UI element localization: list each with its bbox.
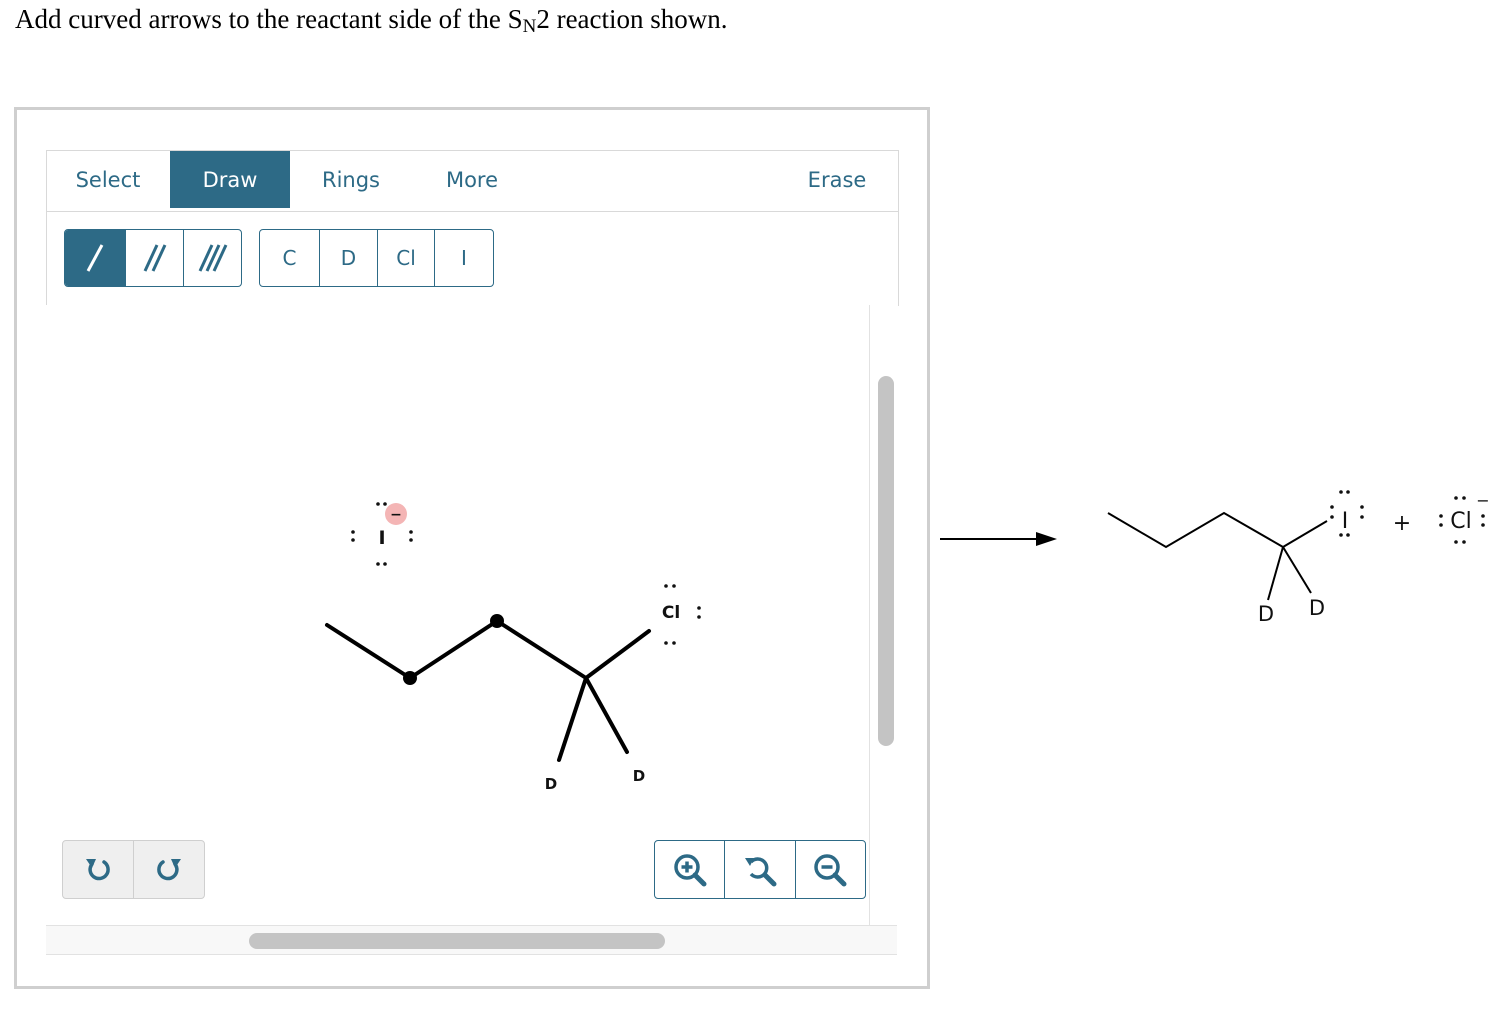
question-subscript: N [522,16,537,37]
product-iodine: I [1330,490,1364,537]
plus-sign: + [1393,511,1411,536]
chloride-charge: − [1476,491,1489,510]
deuterium-label[interactable]: D [545,775,557,793]
zoom-reset-button[interactable] [724,841,794,898]
chlorine-leaving-group[interactable]: Cl [662,584,701,645]
reactant-structure: − I Cl D D [325,502,701,793]
tab-select[interactable]: Select [47,151,169,208]
redo-icon [157,858,181,880]
undo-icon [86,858,110,880]
redo-button[interactable] [133,841,204,898]
zoom-in-icon [673,853,707,886]
chloride-ion: Cl − [1439,491,1490,544]
zoom-out-button[interactable] [794,841,865,898]
double-bond-icon [143,244,166,272]
carbon-skeleton [325,619,651,762]
atom-i-button[interactable]: I [434,230,493,286]
iodide-label: I [378,527,385,549]
zoom-reset-icon [744,856,777,886]
zoom-in-button[interactable] [655,841,724,898]
history-controls [62,840,205,899]
triple-bond-button[interactable] [183,230,241,286]
product-deuterium-label: D [1258,602,1274,626]
vertical-scrollbar[interactable] [869,305,898,925]
deuterium-label[interactable]: D [633,767,645,785]
vertical-scroll-thumb[interactable] [878,376,894,746]
carbon-atom-dot[interactable] [403,671,417,685]
product-deuterium-label: D [1309,596,1325,620]
iodide-nucleophile[interactable]: − I [351,502,413,566]
carbon-atom-dot[interactable] [490,614,504,628]
product-skeleton [1107,511,1328,601]
double-bond-button[interactable] [125,230,183,286]
bond-tool-group [64,229,242,287]
iodide-charge: − [390,507,402,523]
product-side: I D D + Cl − [940,490,1490,626]
atom-c-button[interactable]: C [260,230,319,286]
single-bond-button[interactable] [65,230,125,286]
atom-tool-group: C D Cl I [259,229,494,287]
reaction-arrow [940,532,1057,546]
drawing-canvas[interactable]: − I Cl D D [46,305,869,925]
triple-bond-icon [198,244,227,272]
product-iodine-label: I [1342,509,1349,534]
single-bond-icon [86,244,104,272]
chloride-label: Cl [1450,509,1471,534]
atom-cl-button[interactable]: Cl [377,230,434,286]
tab-erase[interactable]: Erase [777,151,897,208]
tab-row: Select Draw Rings More Erase [47,151,898,212]
tab-rings[interactable]: Rings [291,151,411,208]
zoom-out-icon [814,853,847,886]
chlorine-label: Cl [662,603,680,623]
undo-button[interactable] [63,841,133,898]
question-prefix: Add curved arrows to the reactant side o… [15,4,523,34]
tool-panel: Select Draw Rings More Erase C D Cl I [46,150,899,306]
horizontal-scrollbar[interactable] [46,925,897,955]
question-suffix: 2 reaction shown. [536,4,728,34]
atom-d-button[interactable]: D [319,230,377,286]
question-text: Add curved arrows to the reactant side o… [15,4,728,38]
zoom-controls [654,840,866,899]
horizontal-scroll-thumb[interactable] [249,933,665,949]
tab-draw[interactable]: Draw [170,151,290,208]
tab-more[interactable]: More [412,151,532,208]
